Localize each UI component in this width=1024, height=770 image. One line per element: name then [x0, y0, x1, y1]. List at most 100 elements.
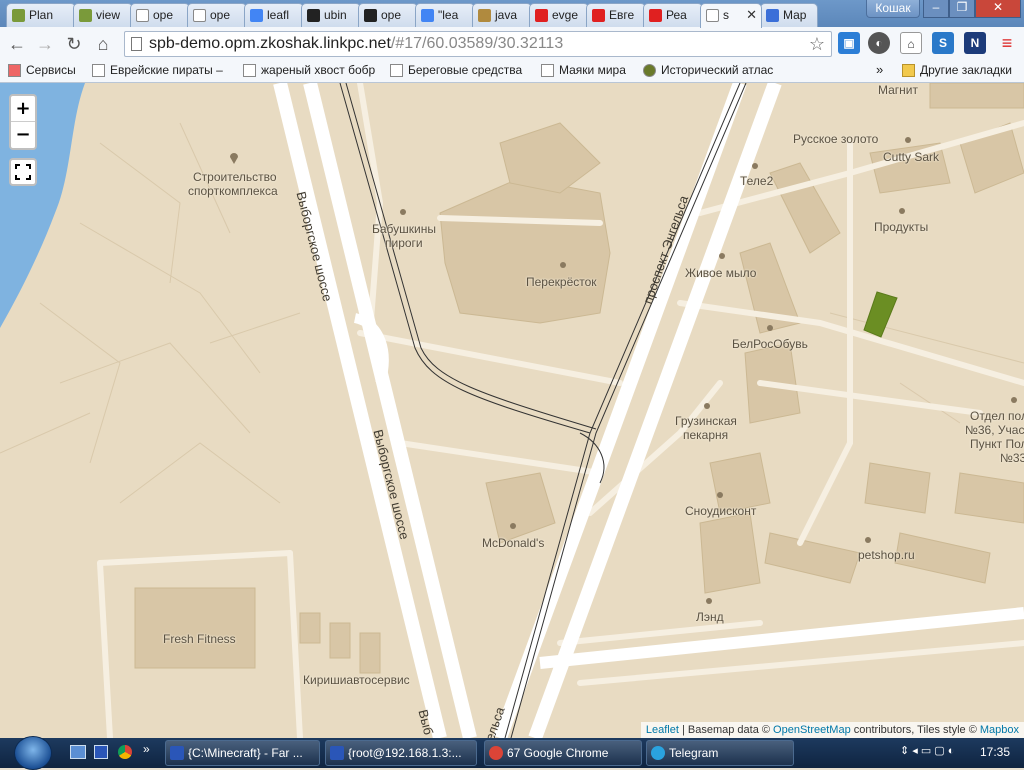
back-icon[interactable]: ←	[6, 33, 28, 55]
reload-icon[interactable]: ↻	[63, 33, 85, 55]
poi-label: Fresh Fitness	[163, 632, 236, 646]
highlighted-building	[863, 291, 898, 338]
tab-label: Евге	[609, 8, 635, 22]
tab-6[interactable]: ubin	[301, 3, 361, 27]
bookmark-label: жареный хвост бобр	[261, 63, 376, 77]
wikipedia-icon	[92, 64, 105, 77]
address-bar[interactable]: spb-demo.opm.zkoshak.linkpc.net/#17/60.0…	[124, 31, 832, 57]
start-button[interactable]	[14, 736, 52, 770]
bookmark-label: Маяки мира	[559, 63, 626, 77]
bookmark-label: Сервисы	[26, 63, 76, 77]
page-icon	[131, 37, 142, 51]
tab-8[interactable]: "lea	[415, 3, 475, 27]
map-attribution: Leaflet | Basemap data © OpenStreetMap c…	[640, 722, 1024, 738]
url-host: spb-demo.opm.zkoshak.linkpc.net	[149, 35, 391, 52]
bookmark-item[interactable]: Исторический атлас	[643, 63, 773, 77]
profile-button[interactable]: Кошак	[866, 0, 920, 18]
tray-icons[interactable]: ⇕ ◂ ▭ ▢ ◐	[900, 744, 954, 757]
youtube-icon	[535, 9, 548, 22]
poi-label: Бабушкины	[372, 222, 436, 236]
google-icon	[250, 9, 263, 22]
tab-5[interactable]: leafl	[244, 3, 304, 27]
far-icon	[330, 746, 344, 760]
close-tab-icon[interactable]: ✕	[746, 7, 757, 23]
osm-link[interactable]: OpenStreetMap	[773, 724, 851, 736]
document-icon	[706, 9, 719, 22]
google-icon	[421, 9, 434, 22]
tab-2[interactable]: view	[73, 3, 133, 27]
extension-compass-icon[interactable]: ◐	[868, 32, 890, 54]
bookmark-item[interactable]: Сервисы	[8, 63, 76, 77]
tab-4[interactable]: ope	[187, 3, 247, 27]
tab-label: s	[723, 8, 729, 22]
forward-icon[interactable]: →	[34, 33, 56, 55]
browser-window: Plan view ope ope leafl ubin ope "lea java evge Ев…	[0, 0, 1024, 83]
bookmark-item[interactable]: Маяки мира	[541, 63, 626, 77]
github-icon	[307, 9, 320, 22]
leaflet-link[interactable]: Leaflet	[646, 724, 679, 736]
tab-9[interactable]: java	[472, 3, 532, 27]
taskbar-item[interactable]: 67 Google Chrome	[484, 740, 642, 766]
document-icon	[541, 64, 554, 77]
taskbar-item[interactable]: {C:\Minecraft} - Far ...	[165, 740, 320, 766]
more-bookmarks-button[interactable]: »	[876, 62, 883, 77]
abc-icon	[390, 64, 403, 77]
github-icon	[364, 9, 377, 22]
extension-museum-icon[interactable]: ⌂	[900, 32, 922, 54]
tab-12[interactable]: Реа	[643, 3, 703, 27]
quicklaunch-more-icon[interactable]: »	[143, 742, 150, 756]
chrome-icon	[489, 746, 503, 760]
show-desktop-icon[interactable]	[70, 745, 86, 759]
close-window-button[interactable]: ✕	[975, 0, 1021, 18]
tab-3[interactable]: ope	[130, 3, 190, 27]
bookmark-label: Еврейские пираты –	[110, 63, 223, 77]
tab-11[interactable]: Евге	[586, 3, 646, 27]
zoom-out-button[interactable]: −	[11, 122, 35, 148]
bookmark-item[interactable]: Береговые средства	[390, 63, 522, 77]
tab-10[interactable]: evge	[529, 3, 589, 27]
poi-label: Отдел пол	[970, 409, 1024, 423]
poi-label: Строительство	[193, 170, 277, 184]
bookmark-item[interactable]: жареный хвост бобр	[243, 63, 375, 77]
taskbar-item[interactable]: Telegram	[646, 740, 794, 766]
tab-label: Мар	[783, 8, 807, 22]
far-quicklaunch-icon[interactable]	[94, 745, 108, 759]
youtube-icon	[649, 9, 662, 22]
extension-n-icon[interactable]: N	[964, 32, 986, 54]
poi-marker	[230, 153, 238, 164]
zoom-in-button[interactable]: +	[11, 96, 35, 122]
tab-13[interactable]: s ✕	[700, 3, 762, 28]
tab-1[interactable]: Plan	[6, 3, 76, 27]
tab-14[interactable]: Мар	[760, 3, 818, 27]
poi-label: пироги	[385, 236, 423, 250]
bookmark-item[interactable]: Еврейские пираты –	[92, 63, 223, 77]
attribution-text: contributors, Tiles style ©	[850, 724, 980, 736]
bookmark-star-icon[interactable]: ☆	[809, 34, 825, 55]
extension-s-icon[interactable]: S	[932, 32, 954, 54]
maximize-button[interactable]: ❐	[949, 0, 975, 18]
other-bookmarks-folder[interactable]: Другие закладки	[902, 63, 1012, 77]
minimize-button[interactable]: –	[923, 0, 949, 18]
extension-weather-icon[interactable]: ▣	[838, 32, 860, 54]
tab-label: ope	[153, 8, 174, 22]
attribution-text: | Basemap data ©	[678, 724, 774, 736]
mapbox-link[interactable]: Mapbox	[980, 724, 1019, 736]
chrome-quicklaunch-icon[interactable]	[118, 745, 132, 759]
tab-7[interactable]: ope	[358, 3, 418, 27]
map-view[interactable]: Магнит Русское золото Cutty Sark Теле2 С…	[0, 83, 1024, 738]
poi-label: Cutty Sark	[883, 150, 940, 164]
poi-label: Продукты	[874, 220, 929, 234]
bookmark-label: Береговые средства	[408, 63, 523, 77]
apps-grid-icon	[8, 64, 21, 77]
menu-icon[interactable]: ≡	[996, 32, 1018, 54]
taskbar-item[interactable]: {root@192.168.1.3:...	[325, 740, 477, 766]
poi-label: Грузинская	[675, 414, 737, 428]
fullscreen-button[interactable]	[9, 158, 37, 186]
taskbar: » {C:\Minecraft} - Far ... {root@192.168.…	[0, 736, 1024, 770]
bookmarks-bar: Сервисы Еврейские пираты – жареный хвост б…	[0, 60, 1024, 83]
home-icon[interactable]: ⌂	[92, 33, 114, 55]
folder-label: Другие закладки	[920, 63, 1012, 77]
clock[interactable]: 17:35	[980, 745, 1010, 759]
document-icon	[193, 9, 206, 22]
poi-label: Живое мыло	[685, 266, 757, 280]
